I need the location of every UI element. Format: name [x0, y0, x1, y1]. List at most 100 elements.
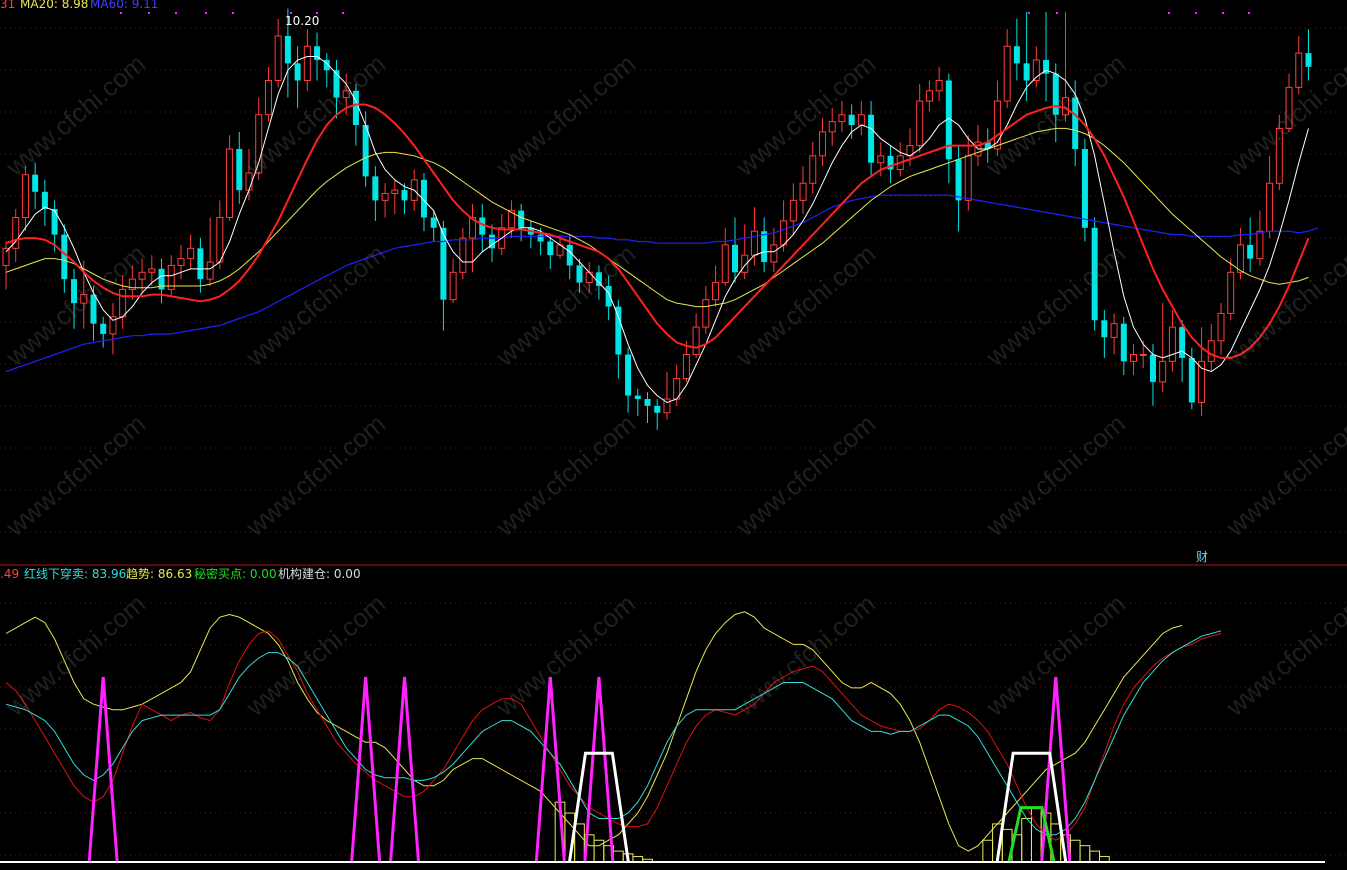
marker-dot — [205, 12, 207, 14]
candle-up — [21, 174, 29, 218]
ma60-label: MA60: 9.11 — [90, 0, 159, 11]
candle-down — [732, 244, 738, 273]
candle-down — [566, 244, 573, 266]
candle-down — [955, 159, 962, 201]
candle-down — [236, 149, 243, 191]
candle-down — [576, 265, 583, 283]
candle-up — [1061, 97, 1069, 116]
indicator-bar — [1089, 850, 1101, 863]
candle-down — [1023, 63, 1030, 81]
candle-down — [1091, 227, 1098, 321]
candle-up — [1295, 52, 1303, 88]
candle-down — [294, 63, 301, 81]
candle-down — [1188, 357, 1195, 403]
candle-up — [303, 45, 311, 81]
candle-up — [459, 237, 467, 273]
marker-dot — [120, 12, 122, 14]
candle-up — [721, 244, 729, 284]
ma20-line — [5, 103, 1310, 359]
candle-up — [1285, 86, 1293, 129]
candle-down — [372, 176, 379, 201]
candle-up — [1227, 271, 1235, 314]
indicator-bar — [1030, 807, 1042, 863]
candle-down — [100, 323, 107, 334]
candle-up — [964, 155, 972, 201]
candle-up — [148, 268, 156, 273]
stock-chart[interactable] — [0, 0, 1347, 870]
candle-down — [537, 234, 544, 242]
candle-up — [119, 288, 127, 318]
candle-up — [245, 172, 253, 191]
candle-up — [274, 35, 282, 81]
candle-up — [80, 294, 88, 304]
institution-label: 机构建仓: 0.00 — [278, 567, 361, 581]
candle-down — [595, 272, 602, 286]
candle-up — [1003, 45, 1011, 102]
candle-up — [682, 354, 690, 379]
candle-down — [197, 248, 204, 280]
candle-down — [1120, 323, 1127, 362]
ma-cut-label: 31 — [0, 0, 16, 11]
indicator-bar — [1069, 839, 1081, 863]
candle-down — [1013, 46, 1020, 64]
candle-up — [1130, 354, 1138, 362]
candle-up — [1207, 340, 1215, 362]
candle-up — [342, 90, 350, 99]
candle-up — [381, 193, 389, 201]
indicator-bar — [982, 839, 994, 863]
marker-dot — [232, 12, 234, 14]
candle-down — [90, 294, 97, 324]
candle-up — [1159, 360, 1167, 383]
candle-up — [750, 230, 758, 256]
candle-down — [644, 399, 651, 406]
candle-up — [1266, 182, 1274, 232]
candle-down — [1305, 53, 1312, 67]
candle-up — [916, 100, 924, 147]
candle-down — [352, 90, 359, 126]
candle-down — [1247, 244, 1254, 259]
candle-down — [401, 190, 408, 201]
candle-up — [216, 217, 224, 263]
candle-down — [1072, 97, 1079, 149]
finance-marker[interactable]: 财 — [1196, 550, 1208, 564]
candle-up — [2, 247, 10, 266]
candle-up — [857, 114, 865, 126]
candle-up — [925, 90, 933, 102]
indicator-bar — [574, 823, 585, 863]
candle-down — [1101, 320, 1108, 338]
candle-up — [449, 271, 457, 301]
candle-up — [138, 271, 146, 280]
marker-dot — [1248, 12, 1250, 14]
candle-down — [362, 125, 369, 177]
ma-fast-line — [5, 56, 1309, 404]
candle-down — [518, 210, 525, 228]
candle-down — [61, 234, 68, 280]
marker-dot — [1222, 12, 1224, 14]
candle-up — [1275, 127, 1283, 184]
candle-up — [1236, 244, 1244, 273]
candle-up — [838, 114, 846, 123]
marker-dot — [1028, 12, 1030, 14]
candle-up — [1168, 326, 1176, 362]
ma20-label: MA20: 8.98 — [20, 0, 89, 11]
marker-dot — [342, 12, 344, 14]
candle-down — [625, 354, 632, 396]
candle-down — [848, 114, 855, 126]
candle-up — [809, 155, 817, 184]
candle-up — [712, 282, 720, 301]
candle-up — [877, 155, 885, 164]
candle-down — [71, 279, 78, 304]
marker-dot — [175, 12, 177, 14]
candle-up — [1217, 312, 1225, 342]
candle-down — [41, 191, 48, 209]
candle-down — [605, 286, 612, 307]
candle-up — [702, 299, 710, 328]
ma30-line — [5, 127, 1309, 308]
candle-down — [430, 217, 437, 228]
candle-up — [789, 199, 797, 222]
signal-spike — [87, 676, 119, 863]
candle-down — [634, 395, 641, 400]
cyan-line — [5, 630, 1222, 836]
candle-up — [692, 326, 700, 356]
marker-dot — [1195, 12, 1197, 14]
